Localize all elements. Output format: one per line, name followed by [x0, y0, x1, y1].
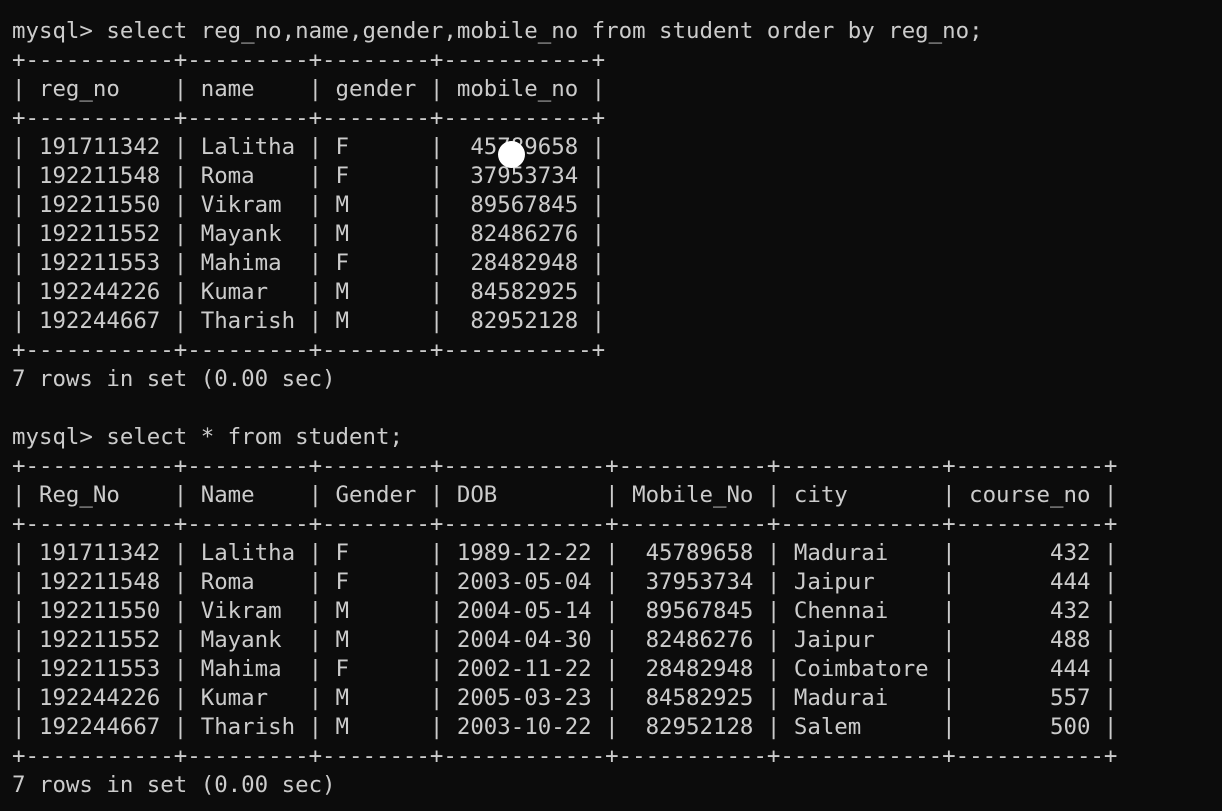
query-2-table-border-bottom: +-----------+---------+--------+--------… [12, 743, 1118, 769]
query-1-table-row: | 192244226 | Kumar | M | 84582925 | [12, 279, 606, 305]
query-2-command: mysql> select * from student; [12, 424, 403, 450]
query-1-table-border-top: +-----------+---------+--------+--------… [12, 47, 606, 73]
query-1-table-border-bottom: +-----------+---------+--------+--------… [12, 337, 606, 363]
query-2-table-row: | 192244667 | Tharish | M | 2003-10-22 |… [12, 714, 1118, 740]
query-1-table-row: | 191711342 | Lalitha | F | 45789658 | [12, 134, 606, 160]
query-1-table-row: | 192211550 | Vikram | M | 89567845 | [12, 192, 606, 218]
query-1-table-row: | 192211548 | Roma | F | 37953734 | [12, 163, 606, 189]
query-2-table-border-header: +-----------+---------+--------+--------… [12, 511, 1118, 537]
query-2-table-border-top: +-----------+---------+--------+--------… [12, 453, 1118, 479]
query-1-table-row: | 192211553 | Mahima | F | 28482948 | [12, 250, 606, 276]
query-2-table-row: | 192211550 | Vikram | M | 2004-05-14 | … [12, 598, 1118, 624]
query-2-table-row: | 192244226 | Kumar | M | 2005-03-23 | 8… [12, 685, 1118, 711]
query-1-table-border-header: +-----------+---------+--------+--------… [12, 105, 606, 131]
query-1-table-row: | 192244667 | Tharish | M | 82952128 | [12, 308, 606, 334]
query-2-table-row: | 192211552 | Mayank | M | 2004-04-30 | … [12, 627, 1118, 653]
query-2-table-row: | 192211548 | Roma | F | 2003-05-04 | 37… [12, 569, 1118, 595]
mouse-cursor-icon [498, 141, 525, 168]
query-1-command: mysql> select reg_no,name,gender,mobile_… [12, 18, 983, 44]
query-2-table-row: | 191711342 | Lalitha | F | 1989-12-22 |… [12, 540, 1118, 566]
query-2-table-header: | Reg_No | Name | Gender | DOB | Mobile_… [12, 482, 1118, 508]
query-1-result-summary: 7 rows in set (0.00 sec) [12, 366, 336, 392]
query-2-table-row: | 192211553 | Mahima | F | 2002-11-22 | … [12, 656, 1118, 682]
terminal-window[interactable]: mysql> select reg_no,name,gender,mobile_… [0, 0, 1222, 811]
query-1-table-row: | 192211552 | Mayank | M | 82486276 | [12, 221, 606, 247]
query-2-result-summary: 7 rows in set (0.00 sec) [12, 772, 336, 798]
query-1-table-header: | reg_no | name | gender | mobile_no | [12, 76, 606, 102]
